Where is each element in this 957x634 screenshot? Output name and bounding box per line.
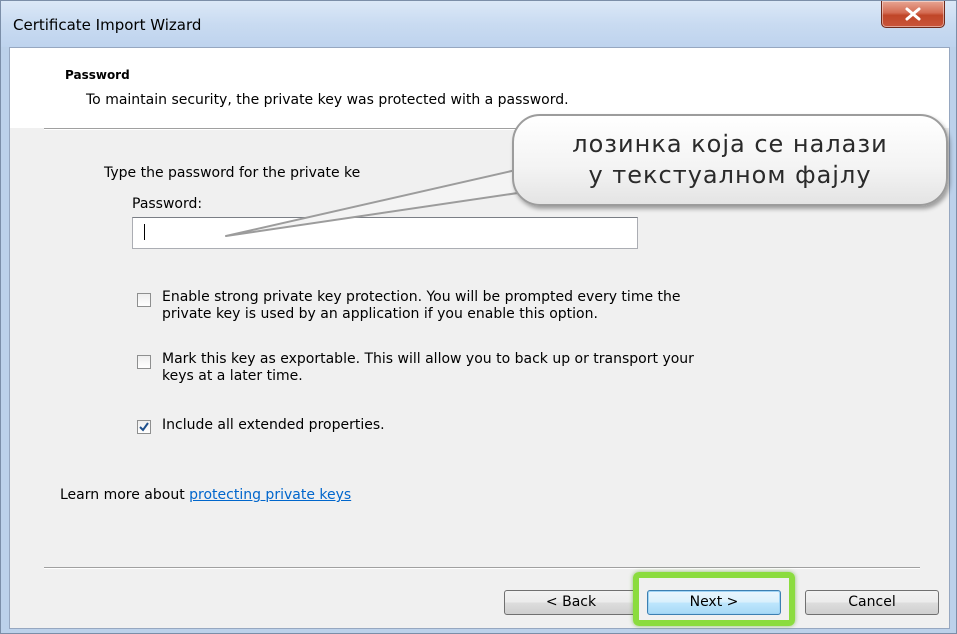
annotation-line1: лозинка која се налази — [572, 130, 888, 158]
annotation-callout: лозинка која се налази у текстуалном фај… — [512, 114, 948, 206]
callout-pointer — [225, 159, 573, 237]
annotation-line2: у текстуалном фајлу — [588, 161, 872, 189]
